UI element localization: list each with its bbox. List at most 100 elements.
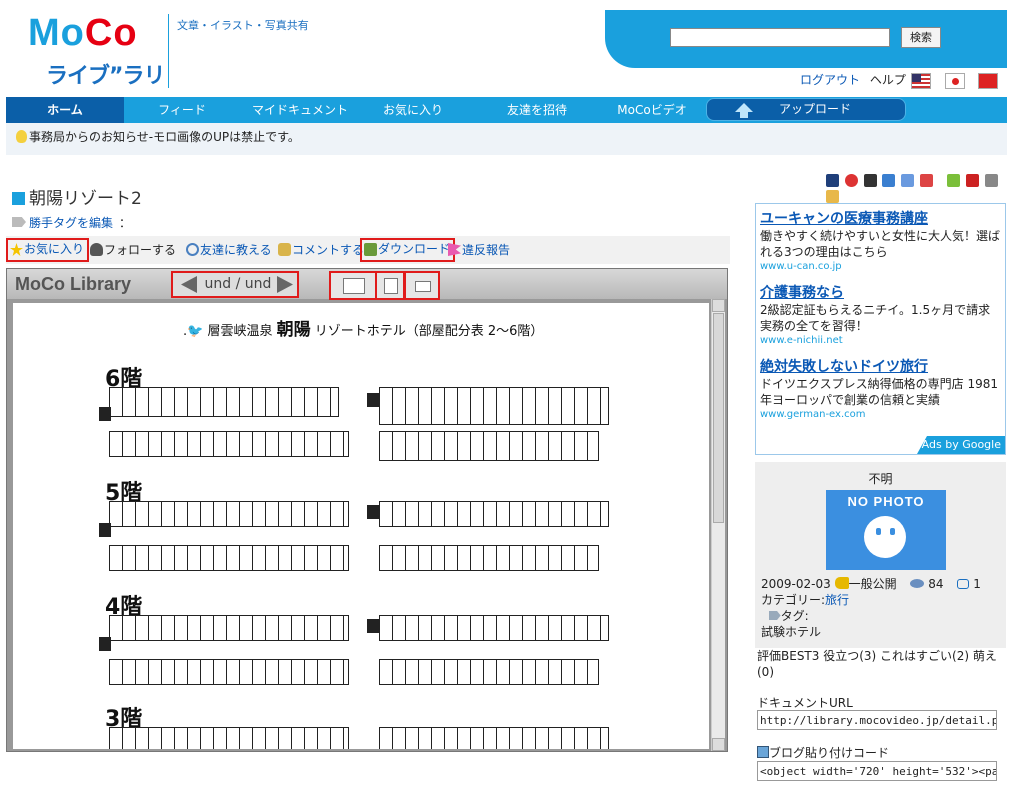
star-icon [10,243,23,256]
buzzurl-icon[interactable] [901,174,915,187]
document-url-field[interactable]: http://library.mocovideo.jp/detail.php?I… [757,710,997,730]
ad-body: ドイツエクスプレス納得価格の専門店 1981年ヨーロッパで創業の信頼と実績 [760,377,998,407]
author-name: 不明 [868,472,893,486]
blog-code-label: ブログ貼り付けコード [757,744,889,761]
rating-summary: 評価BEST3 役立つ(3) これはすごい(2) 萌え(0) [757,649,997,679]
fullscreen-icon [415,281,431,292]
logo-text: MoCo [28,12,138,54]
notice-text: 事務局からのお知らせ-モロ画像のUPは禁止です。 [29,130,300,144]
ad-title[interactable]: ユーキャンの医療事務講座 [760,210,1001,228]
two-page-icon [343,278,365,294]
ads-panel: ユーキャンの医療事務講座 働きやすく続けやすいと女性に大人気！選ばれる3つの理由… [755,203,1006,455]
views-icon [910,579,925,588]
tag-edit-row: 勝手タグを編集： [12,214,131,231]
upload-date: 2009-02-03 [761,577,831,591]
logout-link[interactable]: ログアウト [800,73,860,87]
download-button[interactable]: ダウンロード [360,238,456,262]
ad-body: 2級認定証もらえるニチイ。1.5ヶ月で請求実務の全てを習得！ [760,303,991,333]
nav-moco-video[interactable]: MoCoビデオ [602,97,702,123]
tell-friends-button[interactable]: 友達に教える [184,239,272,261]
floorplan-title: .🐦 層雲峡温泉 朝陽 リゾートホテル（部屋配分表 2～6階） [183,320,544,340]
ad-item[interactable]: ユーキャンの医療事務講座 働きやすく続けやすいと女性に大人気！選ばれる3つの理由… [760,210,1001,274]
comment-count: 1 [973,577,981,591]
pdf-icon[interactable] [965,174,979,187]
category-label: カテゴリー: [761,593,826,607]
document-url-label: ドキュメントURL [757,696,853,710]
ad-url[interactable]: www.e-nichii.net [760,334,1001,348]
page-indicator: und / und [204,276,272,292]
search-button[interactable]: 検索 [901,27,941,48]
viewer-scrollbar[interactable] [711,299,725,751]
ad-item[interactable]: 絶対失敗しないドイツ旅行 ドイツエクスプレス納得価格の専門店 1981年ヨーロッ… [760,358,1001,422]
share-group-icon[interactable] [984,174,998,187]
single-page-icon [384,278,398,294]
prev-page-icon[interactable] [181,276,197,293]
ads-by-google[interactable]: Ads by Google [917,436,1005,454]
document-page: .🐦 層雲峡温泉 朝陽 リゾートホテル（部屋配分表 2～6階） 6階 5階 4階 [13,303,709,749]
tag-icon [768,611,781,620]
share-icon [186,243,199,256]
next-page-icon[interactable] [277,276,293,293]
favorite-button[interactable]: お気に入り [6,238,90,262]
category-link[interactable]: 旅行 [825,593,849,607]
english-flag-icon[interactable] [911,73,931,89]
ad-title[interactable]: 介護事務なら [760,284,1001,302]
lightbulb-icon [16,130,27,143]
fullscreen-button[interactable] [404,271,440,300]
notice-bar: 事務局からのお知らせ-モロ画像のUPは禁止です。 [6,123,1007,155]
nav-home[interactable]: ホーム [6,97,124,123]
follow-button[interactable]: フォローする [88,239,176,261]
title-square-icon [12,192,25,205]
ad-url[interactable]: www.u-can.co.jp [760,260,1001,274]
blog-embed-code-field[interactable]: <object width='720' height='532'><param … [757,761,997,781]
upload-label: アップロード [779,102,852,116]
page-navigator: und / und [171,271,299,298]
visibility: 一般公開 [848,577,897,591]
ad-item[interactable]: 介護事務なら 2級認定証もらえるニチイ。1.5ヶ月で請求実務の全てを習得！ ww… [760,284,1001,348]
edit-tags-link[interactable]: 勝手タグを編集 [29,216,113,230]
comment-icon [278,243,291,256]
ad-title[interactable]: 絶対失敗しないドイツ旅行 [760,358,1001,376]
document-info-panel: 不明 NO PHOTO 2009-02-03 一般公開 84 1 カテゴリー:旅… [755,462,1006,648]
flag-icon [448,243,461,256]
search-input[interactable] [670,28,890,47]
clip-icon[interactable] [920,174,934,187]
page-title: 朝陽リゾート2 [12,184,142,209]
tag-value[interactable]: 試験ホテル [761,625,821,639]
ad-body: 働きやすく続けやすいと女性に大人気！選ばれる3つの理由はこちら [760,229,1001,259]
japan-flag-icon[interactable] [945,73,965,89]
comment-button[interactable]: コメントする [276,239,364,261]
two-page-view-button[interactable] [329,271,377,300]
scroll-thumb[interactable] [713,313,724,523]
person-icon [90,243,103,256]
tag-label: タグ: [780,609,809,623]
key-icon [834,577,849,589]
hatena-bookmark-icon[interactable] [826,174,839,187]
upload-arrow-icon [735,103,753,118]
china-flag-icon[interactable] [978,73,998,89]
document-meta: 2009-02-03 一般公開 84 1 カテゴリー:旅行 タグ: 試験ホテル [761,576,981,640]
upload-button[interactable]: アップロード [706,98,906,121]
nav-favorites[interactable]: お気に入り [368,97,458,123]
blog-icon [757,746,769,758]
delicious-icon[interactable] [863,174,877,187]
scroll-down-icon[interactable] [712,738,725,751]
document-viewer: MoCo Library und / und .🐦 層雲峡温泉 朝陽 リゾートホ… [6,268,728,752]
bookmark-icon[interactable] [844,174,858,187]
scroll-up-icon[interactable] [712,299,725,312]
nav-my-documents[interactable]: マイドキュメント [244,97,356,123]
add-icon[interactable] [946,174,960,187]
viewer-brand: MoCo Library [15,274,132,294]
single-page-view-button[interactable] [375,271,405,300]
nav-feed[interactable]: フィード [132,97,232,123]
livedoor-clip-icon[interactable] [882,174,896,187]
social-bookmark-icons [826,174,1006,203]
ad-url[interactable]: www.german-ex.com [760,408,1001,422]
report-button[interactable]: 違反報告 [446,239,510,261]
nav-invite-friends[interactable]: 友達を招待 [486,97,588,123]
author-avatar: NO PHOTO [826,490,946,570]
help-link[interactable]: ヘルプ [870,73,906,87]
moco-logo[interactable]: MoCo ライブ”ラリー [28,12,168,121]
logo-divider [168,14,169,88]
smile-icon[interactable] [826,190,839,203]
